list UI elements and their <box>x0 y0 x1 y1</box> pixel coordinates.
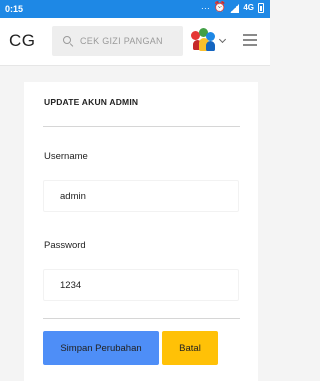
user-menu-button[interactable] <box>191 28 229 54</box>
signal-icon <box>230 3 240 13</box>
search-input[interactable] <box>80 33 180 49</box>
app-bar: CG <box>0 18 270 66</box>
form-title: UPDATE AKUN ADMIN <box>44 97 139 107</box>
search-icon <box>63 36 71 44</box>
status-time: 0:15 <box>5 4 24 14</box>
more-dots-icon: ··· <box>200 3 210 13</box>
status-icons: ··· ⏰ 4G <box>201 3 264 13</box>
username-label: Username <box>44 151 88 162</box>
username-field[interactable] <box>43 180 239 212</box>
app-logo[interactable]: CG <box>9 31 36 51</box>
network-type: 4G <box>243 3 254 12</box>
title-divider <box>43 126 240 127</box>
password-field[interactable] <box>43 269 239 301</box>
chevron-down-icon <box>218 35 227 44</box>
password-label: Password <box>44 240 86 251</box>
users-group-icon <box>191 28 215 52</box>
status-bar: 0:15 ··· ⏰ 4G <box>0 0 270 18</box>
update-admin-card: UPDATE AKUN ADMIN Username Password Simp… <box>24 82 258 381</box>
search-box[interactable] <box>52 26 183 56</box>
buttons-divider <box>43 318 240 319</box>
hamburger-menu-icon[interactable] <box>243 34 257 46</box>
save-changes-button[interactable]: Simpan Perubahan <box>43 331 159 365</box>
alarm-icon: ⏰ <box>213 2 227 13</box>
cancel-button[interactable]: Batal <box>162 331 218 365</box>
battery-icon <box>258 3 264 13</box>
